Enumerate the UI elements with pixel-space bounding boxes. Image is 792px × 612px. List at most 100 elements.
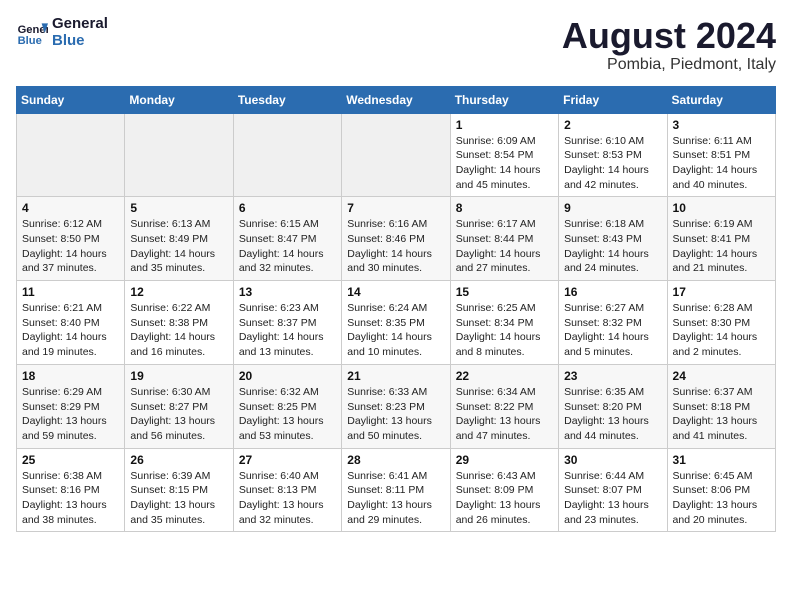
day-number: 9 [564,201,661,215]
day-info: Sunrise: 6:28 AM Sunset: 8:30 PM Dayligh… [673,301,770,360]
calendar-cell: 19 Sunrise: 6:30 AM Sunset: 8:27 PM Dayli… [125,364,233,448]
calendar-cell: 26 Sunrise: 6:39 AM Sunset: 8:15 PM Dayli… [125,448,233,532]
col-monday: Monday [125,86,233,113]
day-number: 28 [347,453,444,467]
day-info: Sunrise: 6:43 AM Sunset: 8:09 PM Dayligh… [456,469,553,528]
calendar-cell: 13 Sunrise: 6:23 AM Sunset: 8:37 PM Dayli… [233,281,341,365]
calendar-header-row: Sunday Monday Tuesday Wednesday Thursday… [17,86,776,113]
calendar-cell [125,113,233,197]
day-info: Sunrise: 6:21 AM Sunset: 8:40 PM Dayligh… [22,301,119,360]
day-info: Sunrise: 6:11 AM Sunset: 8:51 PM Dayligh… [673,134,770,193]
day-info: Sunrise: 6:39 AM Sunset: 8:15 PM Dayligh… [130,469,227,528]
day-info: Sunrise: 6:30 AM Sunset: 8:27 PM Dayligh… [130,385,227,444]
day-info: Sunrise: 6:41 AM Sunset: 8:11 PM Dayligh… [347,469,444,528]
day-info: Sunrise: 6:22 AM Sunset: 8:38 PM Dayligh… [130,301,227,360]
col-sunday: Sunday [17,86,125,113]
day-number: 7 [347,201,444,215]
day-info: Sunrise: 6:29 AM Sunset: 8:29 PM Dayligh… [22,385,119,444]
calendar-cell: 3 Sunrise: 6:11 AM Sunset: 8:51 PM Daylig… [667,113,775,197]
calendar-cell: 31Sunrise: 6:45 AM Sunset: 8:06 PM Dayli… [667,448,775,532]
calendar-cell: 16 Sunrise: 6:27 AM Sunset: 8:32 PM Dayli… [559,281,667,365]
calendar-cell: 4 Sunrise: 6:12 AM Sunset: 8:50 PM Daylig… [17,197,125,281]
day-info: Sunrise: 6:38 AM Sunset: 8:16 PM Dayligh… [22,469,119,528]
day-info: Sunrise: 6:16 AM Sunset: 8:46 PM Dayligh… [347,217,444,276]
day-number: 22 [456,369,553,383]
day-number: 27 [239,453,336,467]
day-info: Sunrise: 6:35 AM Sunset: 8:20 PM Dayligh… [564,385,661,444]
calendar-cell: 22 Sunrise: 6:34 AM Sunset: 8:22 PM Dayli… [450,364,558,448]
col-wednesday: Wednesday [342,86,450,113]
day-number: 3 [673,118,770,132]
day-info: Sunrise: 6:37 AM Sunset: 8:18 PM Dayligh… [673,385,770,444]
calendar-cell: 5Sunrise: 6:13 AM Sunset: 8:49 PM Daylig… [125,197,233,281]
day-info: Sunrise: 6:32 AM Sunset: 8:25 PM Dayligh… [239,385,336,444]
calendar-cell: 21 Sunrise: 6:33 AM Sunset: 8:23 PM Dayli… [342,364,450,448]
calendar-cell: 24 Sunrise: 6:37 AM Sunset: 8:18 PM Dayli… [667,364,775,448]
col-tuesday: Tuesday [233,86,341,113]
day-number: 20 [239,369,336,383]
day-number: 6 [239,201,336,215]
day-number: 17 [673,285,770,299]
col-saturday: Saturday [667,86,775,113]
calendar-cell [17,113,125,197]
day-number: 25 [22,453,119,467]
day-number: 10 [673,201,770,215]
day-info: Sunrise: 6:44 AM Sunset: 8:07 PM Dayligh… [564,469,661,528]
day-info: Sunrise: 6:12 AM Sunset: 8:50 PM Dayligh… [22,217,119,276]
calendar-cell: 28 Sunrise: 6:41 AM Sunset: 8:11 PM Dayli… [342,448,450,532]
day-number: 1 [456,118,553,132]
calendar-cell: 6 Sunrise: 6:15 AM Sunset: 8:47 PM Daylig… [233,197,341,281]
day-info: Sunrise: 6:15 AM Sunset: 8:47 PM Dayligh… [239,217,336,276]
day-number: 21 [347,369,444,383]
day-number: 13 [239,285,336,299]
col-friday: Friday [559,86,667,113]
day-info: Sunrise: 6:19 AM Sunset: 8:41 PM Dayligh… [673,217,770,276]
month-title: August 2024 [562,16,776,56]
day-info: Sunrise: 6:34 AM Sunset: 8:22 PM Dayligh… [456,385,553,444]
day-info: Sunrise: 6:13 AM Sunset: 8:49 PM Dayligh… [130,217,227,276]
day-number: 14 [347,285,444,299]
day-number: 16 [564,285,661,299]
calendar-cell: 25 Sunrise: 6:38 AM Sunset: 8:16 PM Dayli… [17,448,125,532]
day-info: Sunrise: 6:23 AM Sunset: 8:37 PM Dayligh… [239,301,336,360]
logo-line2: Blue [52,33,108,50]
calendar-cell: 1 Sunrise: 6:09 AM Sunset: 8:54 PM Daylig… [450,113,558,197]
col-thursday: Thursday [450,86,558,113]
calendar-cell: 8Sunrise: 6:17 AM Sunset: 8:44 PM Daylig… [450,197,558,281]
day-info: Sunrise: 6:09 AM Sunset: 8:54 PM Dayligh… [456,134,553,193]
day-info: Sunrise: 6:17 AM Sunset: 8:44 PM Dayligh… [456,217,553,276]
location-title: Pombia, Piedmont, Italy [562,56,776,74]
day-number: 11 [22,285,119,299]
calendar-cell: 23 Sunrise: 6:35 AM Sunset: 8:20 PM Dayli… [559,364,667,448]
day-info: Sunrise: 6:10 AM Sunset: 8:53 PM Dayligh… [564,134,661,193]
calendar-cell [233,113,341,197]
week-row-5: 25 Sunrise: 6:38 AM Sunset: 8:16 PM Dayli… [17,448,776,532]
day-number: 12 [130,285,227,299]
logo-line1: General [52,16,108,33]
title-area: August 2024 Pombia, Piedmont, Italy [562,16,776,74]
day-info: Sunrise: 6:27 AM Sunset: 8:32 PM Dayligh… [564,301,661,360]
calendar-cell: 15Sunrise: 6:25 AM Sunset: 8:34 PM Dayli… [450,281,558,365]
calendar-cell: 9Sunrise: 6:18 AM Sunset: 8:43 PM Daylig… [559,197,667,281]
day-info: Sunrise: 6:40 AM Sunset: 8:13 PM Dayligh… [239,469,336,528]
day-info: Sunrise: 6:33 AM Sunset: 8:23 PM Dayligh… [347,385,444,444]
day-number: 24 [673,369,770,383]
day-number: 26 [130,453,227,467]
day-number: 29 [456,453,553,467]
day-number: 23 [564,369,661,383]
calendar-cell: 12 Sunrise: 6:22 AM Sunset: 8:38 PM Dayli… [125,281,233,365]
calendar-cell: 29 Sunrise: 6:43 AM Sunset: 8:09 PM Dayli… [450,448,558,532]
day-number: 19 [130,369,227,383]
week-row-3: 11 Sunrise: 6:21 AM Sunset: 8:40 PM Dayli… [17,281,776,365]
page-header: General Blue General Blue August 2024 Po… [16,16,776,74]
logo-icon: General Blue [16,17,48,49]
day-info: Sunrise: 6:45 AM Sunset: 8:06 PM Dayligh… [673,469,770,528]
calendar-cell: 17 Sunrise: 6:28 AM Sunset: 8:30 PM Dayli… [667,281,775,365]
week-row-1: 1 Sunrise: 6:09 AM Sunset: 8:54 PM Daylig… [17,113,776,197]
calendar-cell: 27 Sunrise: 6:40 AM Sunset: 8:13 PM Dayli… [233,448,341,532]
logo: General Blue General Blue [16,16,108,49]
day-info: Sunrise: 6:24 AM Sunset: 8:35 PM Dayligh… [347,301,444,360]
day-number: 4 [22,201,119,215]
calendar-cell: 11 Sunrise: 6:21 AM Sunset: 8:40 PM Dayli… [17,281,125,365]
day-number: 2 [564,118,661,132]
